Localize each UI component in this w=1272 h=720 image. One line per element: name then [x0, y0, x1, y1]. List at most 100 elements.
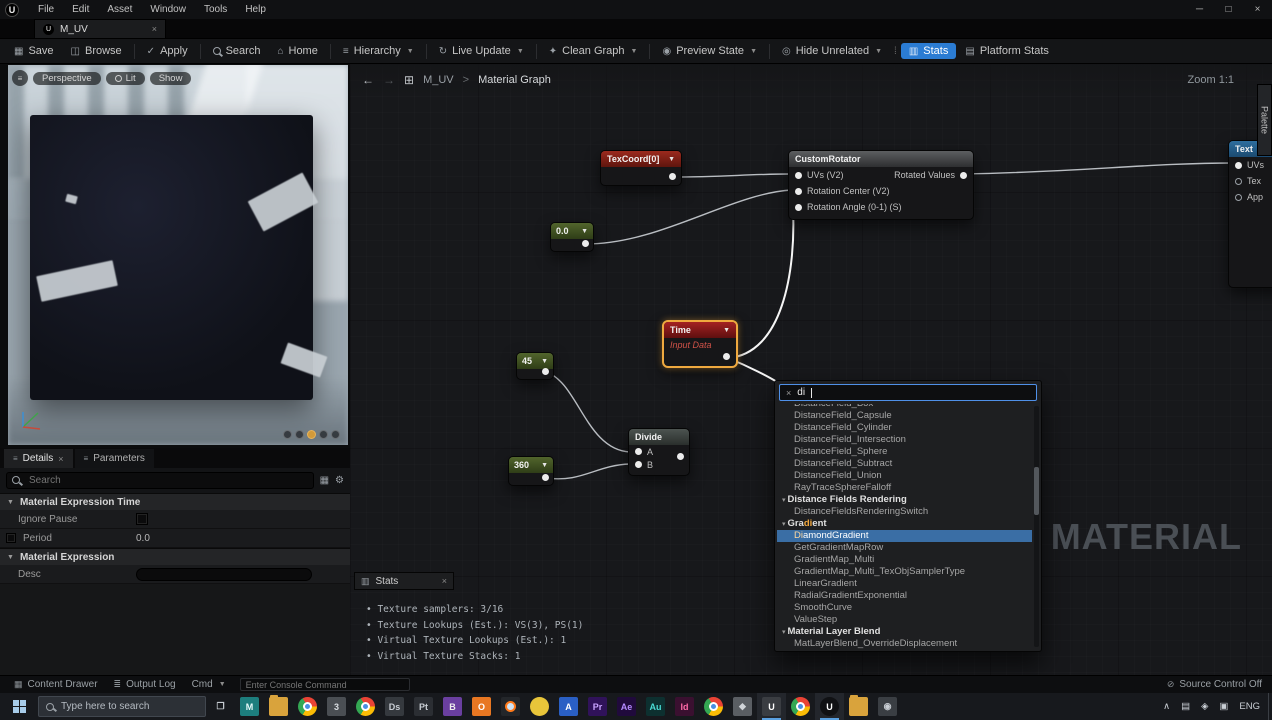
node-header[interactable]: 45 ▼: [517, 353, 553, 369]
popup-result-item[interactable]: DistanceFieldsRenderingSwitch: [777, 506, 1032, 518]
viewport-menu-icon[interactable]: ≡: [12, 70, 28, 86]
output-log-button[interactable]: ≣ Output Log: [106, 679, 184, 690]
taskbar-app-button[interactable]: ◉: [873, 693, 902, 720]
node-header[interactable]: Divide: [629, 429, 689, 445]
taskbar-app-button[interactable]: 3: [322, 693, 351, 720]
taskbar-app-button[interactable]: A: [554, 693, 583, 720]
taskbar-app-button[interactable]: ❐: [206, 693, 235, 720]
maximize-button[interactable]: □: [1214, 0, 1243, 19]
wire-45-to-divide-a[interactable]: [545, 371, 631, 453]
back-arrow-icon[interactable]: ←: [362, 73, 374, 87]
taskbar-app-button[interactable]: Ae: [612, 693, 641, 720]
wire-texcoord-to-uvs[interactable]: [672, 173, 792, 178]
period-value[interactable]: 0.0: [136, 533, 150, 544]
output-pin[interactable]: [677, 453, 684, 460]
source-control-status[interactable]: ⊘ Source Control Off: [1167, 679, 1266, 690]
section-material-expression-time[interactable]: ▼ Material Expression Time: [0, 493, 350, 510]
taskbar-app-button[interactable]: Pt: [409, 693, 438, 720]
platform-stats-button[interactable]: ▤ Platform Stats: [957, 43, 1057, 59]
apply-button[interactable]: ✓ Apply: [139, 43, 196, 59]
chevron-down-icon[interactable]: ▼: [581, 228, 588, 235]
input-pin[interactable]: [1235, 177, 1242, 185]
settings-gear-icon[interactable]: ⚙: [335, 475, 344, 486]
tab-parameters[interactable]: ≡ Parameters: [74, 449, 154, 468]
output-pin[interactable]: [723, 353, 730, 360]
hide-unrelated-button[interactable]: ◎ Hide Unrelated ▼: [774, 43, 890, 59]
stats-button[interactable]: ▥ Stats: [900, 43, 957, 59]
wire-360-to-divide-b[interactable]: [545, 463, 631, 480]
clear-search-icon[interactable]: ×: [786, 388, 791, 398]
stats-panel-header[interactable]: ▥ Stats ×: [354, 572, 454, 590]
taskbar-app-button[interactable]: Au: [641, 693, 670, 720]
close-icon[interactable]: ×: [442, 576, 447, 586]
taskbar-search[interactable]: Type here to search: [38, 696, 206, 717]
start-button[interactable]: [0, 693, 38, 720]
preview-shape-dot[interactable]: [319, 430, 328, 439]
period-enable-checkbox[interactable]: [6, 533, 16, 543]
popup-result-item[interactable]: LinearGradient: [777, 578, 1032, 590]
desc-input[interactable]: [136, 567, 312, 581]
popup-result-item[interactable]: DistanceField_Union: [777, 470, 1032, 482]
output-pin[interactable]: [582, 240, 589, 247]
popup-result-item[interactable]: Gradient: [777, 518, 1032, 530]
show-button[interactable]: Show: [149, 71, 192, 85]
section-material-expression[interactable]: ▼ Material Expression: [0, 548, 350, 565]
tray-icon[interactable]: ENG: [1239, 701, 1260, 712]
popup-result-item[interactable]: GetGradientMapRow: [777, 542, 1032, 554]
details-search-input[interactable]: [6, 472, 314, 489]
tray-icon[interactable]: ▤: [1181, 701, 1190, 712]
popup-result-item[interactable]: DiamondGradient: [777, 530, 1032, 542]
minimize-button[interactable]: ─: [1185, 0, 1214, 19]
popup-result-item[interactable]: DistanceField_Intersection: [777, 434, 1032, 446]
menu-item[interactable]: Edit: [63, 0, 98, 19]
input-pin[interactable]: [635, 448, 642, 455]
tray-icon[interactable]: ▣: [1219, 701, 1228, 712]
output-pin[interactable]: [542, 474, 549, 481]
close-button[interactable]: ×: [1243, 0, 1272, 19]
taskbar-app-button[interactable]: Ds: [380, 693, 409, 720]
chevron-down-icon[interactable]: ▼: [668, 156, 675, 163]
cmd-dropdown[interactable]: Cmd ▼: [184, 679, 234, 690]
taskbar-app-button[interactable]: [351, 693, 380, 720]
menu-item[interactable]: Window: [141, 0, 195, 19]
taskbar-app-button[interactable]: U: [815, 693, 844, 720]
tab-details[interactable]: ≡ Details ×: [4, 449, 73, 468]
display-filter-icon[interactable]: ▦: [320, 475, 329, 486]
perspective-button[interactable]: Perspective: [33, 71, 101, 85]
node-time-selected[interactable]: Time ▼ Input Data: [662, 320, 738, 368]
popup-result-item[interactable]: DistanceField_Sphere: [777, 446, 1032, 458]
menu-item[interactable]: Help: [236, 0, 275, 19]
preview-viewport[interactable]: ≡ Perspective Lit Show: [8, 65, 348, 445]
node-texcoord[interactable]: TexCoord[0] ▼: [600, 150, 682, 186]
wire-rotator-to-texture[interactable]: [963, 162, 1235, 175]
node-header[interactable]: 0.0 ▼: [551, 223, 593, 239]
taskbar-app-button[interactable]: [525, 693, 554, 720]
popup-result-item[interactable]: DistanceField_Subtract: [777, 458, 1032, 470]
save-button[interactable]: ▦ Save: [6, 43, 62, 59]
node-constant-0[interactable]: 0.0 ▼: [550, 222, 594, 252]
taskbar-app-button[interactable]: [293, 693, 322, 720]
taskbar-app-button[interactable]: O: [467, 693, 496, 720]
output-pin[interactable]: [542, 368, 549, 375]
input-pin[interactable]: [795, 171, 802, 179]
preview-mesh[interactable]: [30, 115, 328, 400]
search-button[interactable]: Search: [205, 43, 269, 59]
tab-close-icon[interactable]: ×: [152, 24, 157, 34]
node-constant-360[interactable]: 360 ▼: [508, 456, 554, 486]
content-drawer-button[interactable]: ▦ Content Drawer: [6, 679, 106, 690]
hierarchy-button[interactable]: ≡ Hierarchy ▼: [335, 43, 422, 59]
chevron-down-icon[interactable]: ▼: [541, 462, 548, 469]
preview-shape-dot[interactable]: [331, 430, 340, 439]
popup-search-box[interactable]: × di: [779, 384, 1037, 401]
input-pin[interactable]: [1235, 161, 1242, 169]
taskbar-app-button[interactable]: [264, 693, 293, 720]
preview-shape-dot-active[interactable]: [307, 430, 316, 439]
popup-result-item[interactable]: GradientMap_Multi_TexObjSamplerType: [777, 566, 1032, 578]
node-header[interactable]: TexCoord[0] ▼: [601, 151, 681, 167]
taskbar-app-button[interactable]: M: [235, 693, 264, 720]
taskbar-app-button[interactable]: [844, 693, 873, 720]
palette-side-tab[interactable]: Palette: [1257, 84, 1272, 156]
taskbar-app-button[interactable]: Id: [670, 693, 699, 720]
live-update-button[interactable]: ↻ Live Update ▼: [431, 43, 532, 59]
preview-shape-dot[interactable]: [283, 430, 292, 439]
